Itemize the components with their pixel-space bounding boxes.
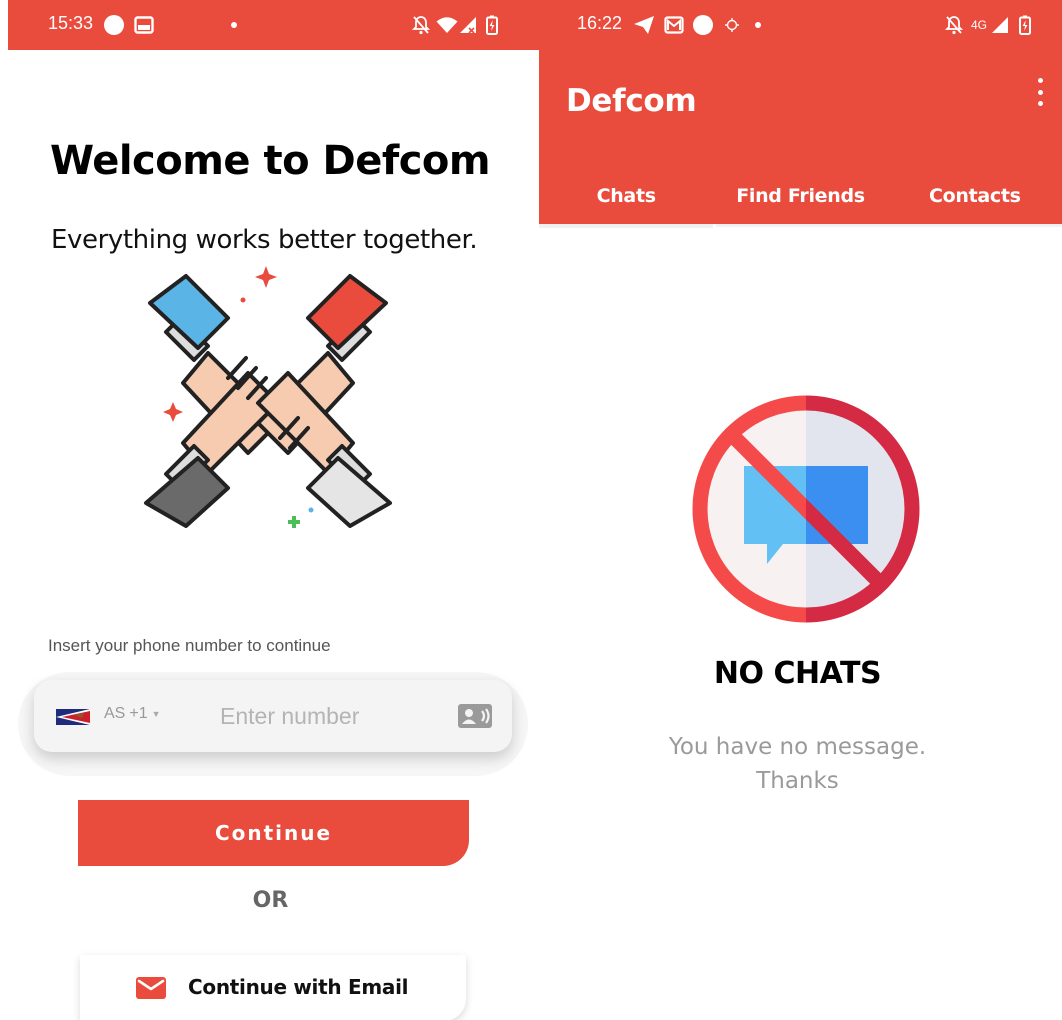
battery-icon — [486, 13, 498, 37]
no-chat-icon — [692, 395, 920, 623]
welcome-subtitle: Everything works better together. — [51, 225, 478, 255]
status-bar: 16:22 4G — [539, 0, 1062, 50]
country-code-picker[interactable]: AS +1 ▼ — [104, 705, 161, 723]
more-vert-icon[interactable] — [1030, 78, 1050, 106]
gmail-icon — [664, 13, 684, 37]
circle-dot-icon — [693, 13, 713, 37]
or-divider: OR — [252, 888, 289, 913]
phone-field: AS +1 ▼ — [34, 680, 512, 752]
american-samoa-flag-icon — [56, 709, 90, 725]
image-icon — [134, 13, 154, 37]
tab-bar: Chats Find Friends Contacts — [539, 168, 1062, 228]
wifi-icon — [436, 13, 458, 37]
continue-with-email-button[interactable]: Continue with Email — [80, 955, 466, 1020]
battery-icon — [1019, 13, 1031, 37]
chats-screen: 16:22 4G Defcom Chats Find Friends Conta… — [539, 0, 1062, 1020]
country-code: AS — [104, 705, 126, 722]
send-icon — [633, 13, 655, 37]
teamwork-hands-illustration — [144, 266, 392, 528]
signal-icon — [991, 13, 1009, 37]
app-bar: Defcom Chats Find Friends Contacts — [539, 50, 1062, 228]
mail-icon — [136, 977, 166, 999]
app-title: Defcom — [566, 83, 697, 119]
dropdown-caret-icon: ▼ — [151, 709, 161, 719]
notification-dot-icon — [231, 13, 237, 37]
welcome-title: Welcome to Defcom — [50, 138, 491, 184]
tab-contacts[interactable]: Contacts — [888, 168, 1062, 224]
signal-icon — [459, 13, 477, 37]
tab-chats[interactable]: Chats — [539, 168, 714, 228]
continue-button[interactable]: Continue — [78, 800, 469, 866]
status-bar: 15:33 — [8, 0, 539, 50]
dial-code: +1 — [129, 705, 148, 722]
network-type: 4G — [971, 18, 988, 32]
empty-state-line-1: You have no message. — [668, 734, 927, 760]
phone-label: Insert your phone number to continue — [48, 636, 331, 655]
notification-dot-icon — [755, 13, 761, 37]
bell-off-icon — [412, 13, 430, 37]
contact-card-icon[interactable] — [458, 704, 492, 728]
email-button-label: Continue with Email — [188, 975, 409, 999]
tab-bar-shadow — [716, 224, 1062, 227]
circle-dot-icon — [104, 13, 124, 37]
empty-state-line-2: Thanks — [756, 768, 839, 794]
empty-state-title: NO CHATS — [713, 656, 882, 691]
phone-number-input[interactable] — [220, 698, 440, 734]
tab-find-friends[interactable]: Find Friends — [713, 168, 887, 224]
empty-state-message: You have no message. Thanks — [539, 730, 1062, 798]
status-time: 15:33 — [48, 13, 94, 33]
bell-off-icon — [945, 13, 963, 37]
target-icon — [725, 13, 739, 37]
welcome-screen: 15:33 Welcome to Defcom Everything works… — [8, 0, 539, 1020]
status-time: 16:22 — [577, 13, 623, 33]
